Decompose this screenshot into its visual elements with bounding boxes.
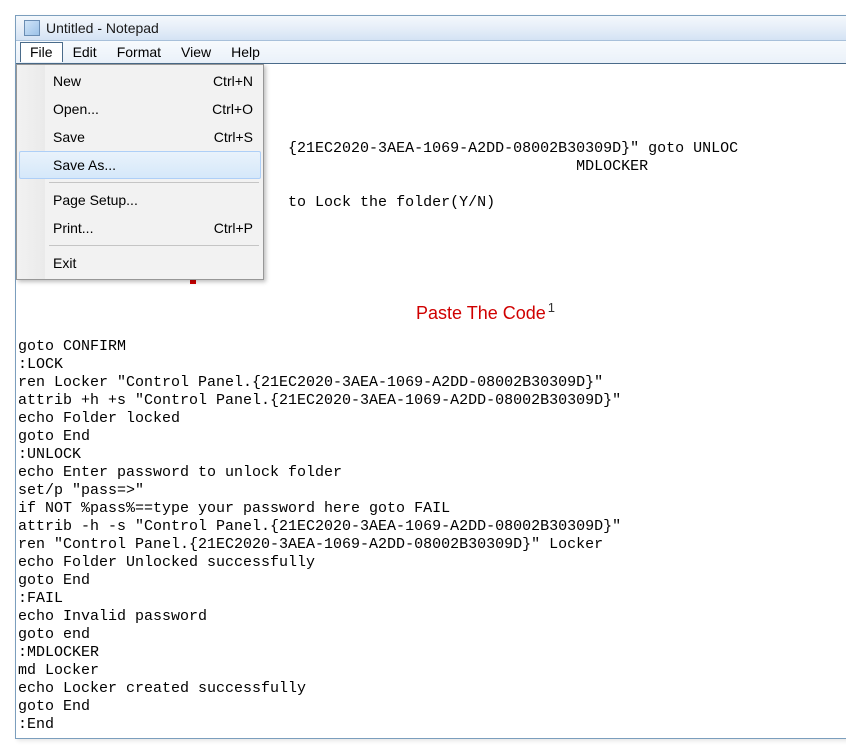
editor-line: if NOT %pass%==type your password here g… bbox=[18, 500, 450, 517]
menu-edit[interactable]: Edit bbox=[63, 42, 107, 62]
editor-line: attrib -h -s "Control Panel.{21EC2020-3A… bbox=[18, 518, 621, 535]
editor-line: goto End bbox=[18, 572, 90, 589]
file-menu-item-page-setup[interactable]: Page Setup... bbox=[19, 186, 261, 214]
menu-format[interactable]: Format bbox=[107, 42, 171, 62]
editor-line: :UNLOCK bbox=[18, 446, 81, 463]
menu-item-label: Save bbox=[53, 128, 194, 146]
editor-line: echo Folder locked bbox=[18, 410, 180, 427]
window-title: Untitled - Notepad bbox=[46, 20, 159, 36]
editor-line: echo Folder Unlocked successfully bbox=[18, 554, 315, 571]
menubar: File Edit Format View Help bbox=[16, 41, 846, 64]
menu-item-shortcut: Ctrl+O bbox=[212, 100, 253, 118]
editor-line-frag1: {21EC2020-3AEA-1069-A2DD-08002B30309D}" … bbox=[288, 140, 738, 157]
menu-view[interactable]: View bbox=[171, 42, 221, 62]
editor-line: ren "Control Panel.{21EC2020-3AEA-1069-A… bbox=[18, 536, 603, 553]
editor-line: md Locker bbox=[18, 662, 99, 679]
editor-line-blank10 bbox=[18, 284, 27, 301]
file-dropdown: New Ctrl+N Open... Ctrl+O Save Ctrl+S Save As.… bbox=[16, 64, 264, 280]
editor-line-blank12 bbox=[18, 320, 27, 337]
file-menu-item-exit[interactable]: Exit bbox=[19, 249, 261, 277]
editor-line-blank11 bbox=[18, 302, 27, 319]
editor-line: :FAIL bbox=[18, 590, 63, 607]
editor-line: :MDLOCKER bbox=[18, 644, 99, 661]
menu-item-label: Page Setup... bbox=[53, 191, 253, 209]
editor-line: set/p "pass=>" bbox=[18, 482, 144, 499]
menu-help[interactable]: Help bbox=[221, 42, 270, 62]
file-menu-item-save[interactable]: Save Ctrl+S bbox=[19, 123, 261, 151]
menu-file[interactable]: File bbox=[20, 42, 63, 62]
editor-line: attrib +h +s "Control Panel.{21EC2020-3A… bbox=[18, 392, 621, 409]
editor-area[interactable]: New Ctrl+N Open... Ctrl+O Save Ctrl+S Save As.… bbox=[16, 64, 846, 738]
menu-separator bbox=[49, 245, 259, 246]
titlebar: Untitled - Notepad bbox=[16, 16, 846, 41]
file-menu-item-save-as[interactable]: Save As... bbox=[19, 151, 261, 179]
menu-item-label: Print... bbox=[53, 219, 194, 237]
menu-item-shortcut: Ctrl+S bbox=[214, 128, 253, 146]
menu-item-label: Open... bbox=[53, 100, 192, 118]
file-menu-item-print[interactable]: Print... Ctrl+P bbox=[19, 214, 261, 242]
file-menu-item-new[interactable]: New Ctrl+N bbox=[19, 67, 261, 95]
editor-line: echo Locker created successfully bbox=[18, 680, 306, 697]
editor-line: :End bbox=[18, 716, 54, 733]
editor-line: goto end bbox=[18, 626, 90, 643]
menu-item-shortcut: Ctrl+P bbox=[214, 219, 253, 237]
editor-line: echo Invalid password bbox=[18, 608, 207, 625]
editor-line: goto End bbox=[18, 698, 90, 715]
editor-line: echo Enter password to unlock folder bbox=[18, 464, 342, 481]
annotation-paste-sup: 1 bbox=[548, 300, 555, 315]
file-menu-item-open[interactable]: Open... Ctrl+O bbox=[19, 95, 261, 123]
annotation-paste-label: Paste The Code bbox=[416, 303, 546, 323]
notepad-window: Untitled - Notepad File Edit Format View… bbox=[15, 15, 846, 739]
editor-line: :LOCK bbox=[18, 356, 63, 373]
menu-item-label: Save As... bbox=[53, 156, 253, 174]
editor-line: ren Locker "Control Panel.{21EC2020-3AEA… bbox=[18, 374, 603, 391]
menu-separator bbox=[49, 182, 259, 183]
notepad-app-icon bbox=[24, 20, 40, 36]
editor-line-frag2: MDLOCKER bbox=[576, 158, 648, 175]
menu-item-label: Exit bbox=[53, 254, 253, 272]
editor-line-frag3: to Lock the folder(Y/N) bbox=[288, 194, 495, 211]
editor-line: goto CONFIRM bbox=[18, 338, 126, 355]
menu-item-shortcut: Ctrl+N bbox=[213, 72, 253, 90]
menu-item-label: New bbox=[53, 72, 193, 90]
annotation-paste-code: Paste The Code1 bbox=[416, 299, 555, 322]
editor-line: goto End bbox=[18, 428, 90, 445]
